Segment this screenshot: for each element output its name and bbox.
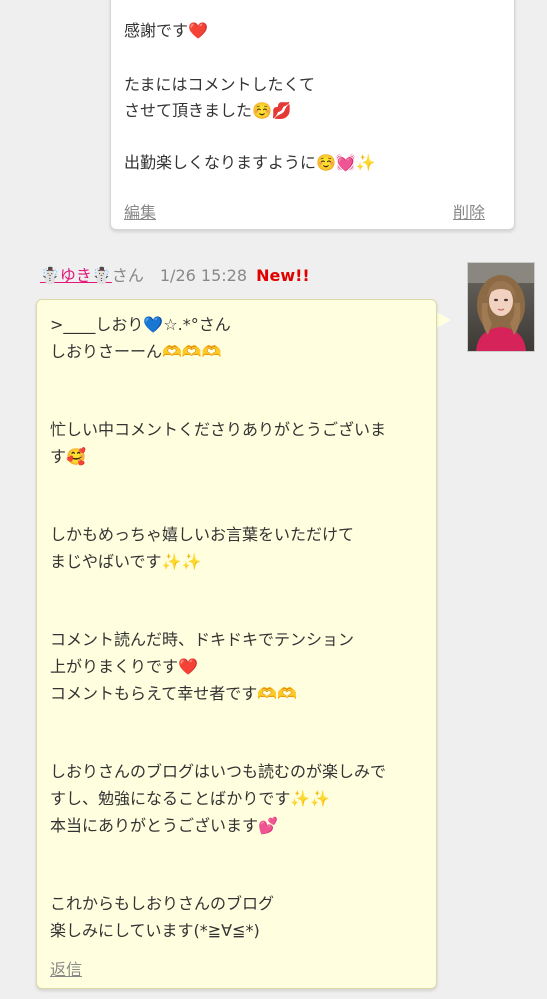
- new-badge: New!!: [256, 266, 310, 285]
- reply-line: しかもめっちゃ嬉しいお言葉をいただけて: [50, 525, 355, 544]
- delete-link[interactable]: 削除: [453, 199, 485, 223]
- reply-meta: ☃️ゆき☃️さん 1/26 15:28 New!!: [40, 262, 310, 288]
- reply-line: すし、勉強になることばかりです✨✨: [50, 789, 331, 808]
- reply-line: コメント読んだ時、ドキドキでテンション: [50, 630, 355, 649]
- reply-line: 上がりまくりです❤️: [50, 657, 198, 676]
- user-photo-icon[interactable]: [467, 262, 535, 352]
- author-suffix: さん: [111, 266, 144, 285]
- reply-line: まじやばいです✨✨: [50, 552, 202, 571]
- reply-line: これからもしおりさんのブログ: [50, 894, 275, 913]
- reply-line: 本当にありがとうございます💕: [50, 816, 278, 835]
- previous-comment-card: 感謝です❤️ たまにはコメントしたくて させて頂きました☺️💋 出勤楽しくなりま…: [110, 0, 515, 230]
- reply-line: >____しおり💙☆.*°さん: [50, 315, 231, 334]
- comment-line: させて頂きました☺️💋: [124, 101, 292, 120]
- reply-line: しおりさーーん🫶🫶🫶: [50, 342, 222, 361]
- author-name-link[interactable]: ☃️ゆき☃️: [40, 266, 112, 285]
- comment-line: 出勤楽しくなりますように☺️💓✨: [124, 153, 376, 172]
- reply-datetime: 1/26 15:28: [159, 266, 247, 285]
- reply-line: しおりさんのブログはいつも読むのが楽しみで: [50, 762, 387, 781]
- edit-link[interactable]: 編集: [124, 199, 156, 223]
- reply-line: す🥰: [50, 447, 86, 466]
- comment-line: たまにはコメントしたくて: [124, 75, 316, 94]
- reply-line: 楽しみにしています(*≧∀≦*): [50, 921, 260, 940]
- reply-line: コメントもらえて幸せ者です🫶🫶: [50, 684, 298, 703]
- comment-line: 感謝です❤️: [124, 21, 208, 40]
- reply-link[interactable]: 返信: [50, 956, 82, 980]
- reply-bubble: >____しおり💙☆.*°さん しおりさーーん🫶🫶🫶 忙しい中コメントくださりあ…: [36, 299, 437, 989]
- reply-line: 忙しい中コメントくださりありがとうございま: [50, 420, 387, 439]
